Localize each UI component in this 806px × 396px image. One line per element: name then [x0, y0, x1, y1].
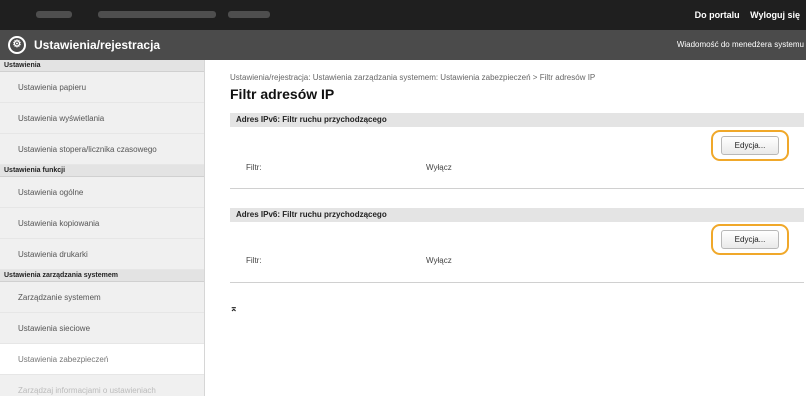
divider — [230, 282, 804, 283]
blurred-product-name — [36, 11, 72, 18]
sidebar-item-printer-settings[interactable]: Ustawienia drukarki — [0, 239, 204, 270]
sidebar-item-system-management[interactable]: Zarządzanie systemem — [0, 282, 204, 313]
sidebar-item-timer-settings[interactable]: Ustawienia stopera/licznika czasowego — [0, 134, 204, 165]
blurred-device-name — [98, 11, 216, 18]
sidebar-item-general-settings[interactable]: Ustawienia ogólne — [0, 177, 204, 208]
sidebar-item-network-settings[interactable]: Ustawienia sieciowe — [0, 313, 204, 344]
filter-value: Wyłącz — [426, 256, 452, 265]
edit-button[interactable]: Edycja... — [721, 136, 779, 155]
sidebar-section-system-management: Ustawienia zarządzania systemem — [0, 270, 204, 282]
page-title: Filtr adresów IP — [230, 86, 335, 102]
top-bar: Do portalu Wyloguj się — [0, 0, 806, 30]
settings-logo-icon: ⚙ — [8, 36, 26, 54]
edit-button[interactable]: Edycja... — [721, 230, 779, 249]
message-to-admin-link[interactable]: Wiadomość do menedżera systemu — [677, 40, 804, 49]
sidebar-item-copy-settings[interactable]: Ustawienia kopiowania — [0, 208, 204, 239]
sidebar-section-settings: Ustawienia — [0, 60, 204, 72]
sidebar: Ustawienia Ustawienia papieru Ustawienia… — [0, 60, 205, 396]
section-header: Adres IPv6: Filtr ruchu przychodzącego — [230, 113, 804, 127]
logout-link[interactable]: Wyloguj się — [750, 10, 800, 20]
blurred-device-info — [228, 11, 270, 18]
back-to-top-icon[interactable]: ⌅ — [230, 303, 238, 314]
sidebar-item-manage-settings-info[interactable]: Zarządzaj informacjami o ustawieniach — [0, 375, 204, 396]
divider — [230, 188, 804, 189]
sidebar-item-display-settings[interactable]: Ustawienia wyświetlania — [0, 103, 204, 134]
sidebar-item-security-settings[interactable]: Ustawienia zabezpieczeń — [0, 344, 204, 375]
filter-label: Filtr: — [246, 163, 262, 172]
breadcrumb: Ustawienia/rejestracja: Ustawienia zarzą… — [230, 73, 596, 82]
section-header: Adres IPv6: Filtr ruchu przychodzącego — [230, 208, 804, 222]
filter-value: Wyłącz — [426, 163, 452, 172]
sidebar-item-paper-settings[interactable]: Ustawienia papieru — [0, 72, 204, 103]
filter-label: Filtr: — [246, 256, 262, 265]
app-title: Ustawienia/rejestracja — [34, 38, 161, 52]
top-links: Do portalu Wyloguj się — [687, 10, 800, 20]
edit-highlight: Edycja... — [711, 224, 789, 255]
edit-highlight: Edycja... — [711, 130, 789, 161]
sidebar-section-function: Ustawienia funkcji — [0, 165, 204, 177]
title-bar: ⚙ Ustawienia/rejestracja Wiadomość do me… — [0, 30, 806, 60]
portal-link[interactable]: Do portalu — [695, 10, 740, 20]
